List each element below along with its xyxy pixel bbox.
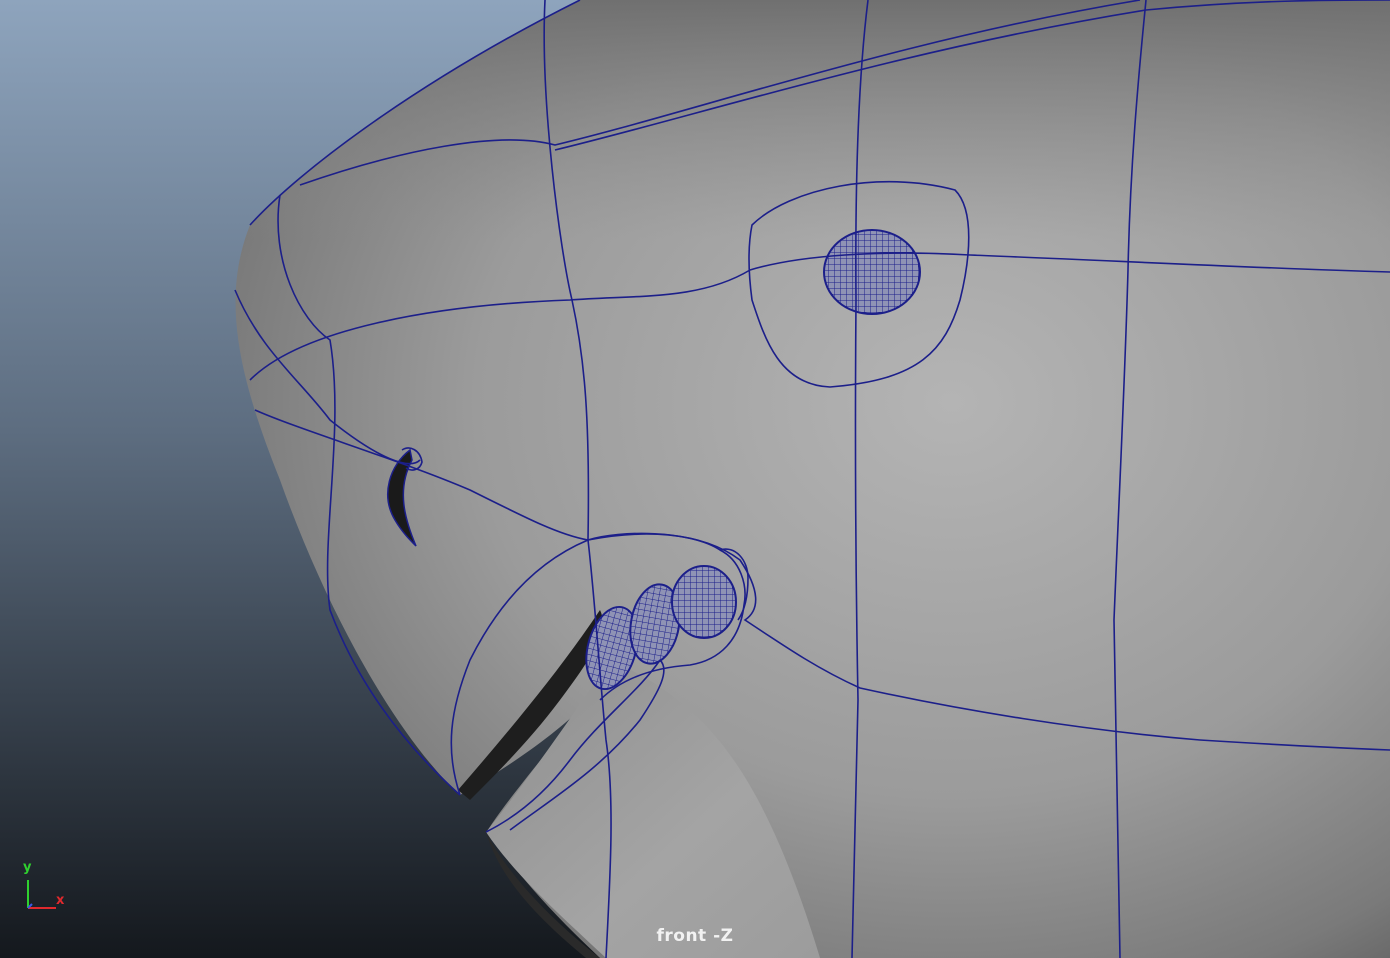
viewport-scene[interactable] (0, 0, 1390, 958)
tooth-mesh-3[interactable] (671, 565, 737, 639)
maya-viewport[interactable]: y x front -Z (0, 0, 1390, 958)
axis-gizmo: y x (18, 858, 78, 918)
x-axis-label: x (56, 893, 65, 908)
eye-mesh[interactable] (823, 229, 921, 315)
y-axis-label: y (23, 860, 32, 875)
